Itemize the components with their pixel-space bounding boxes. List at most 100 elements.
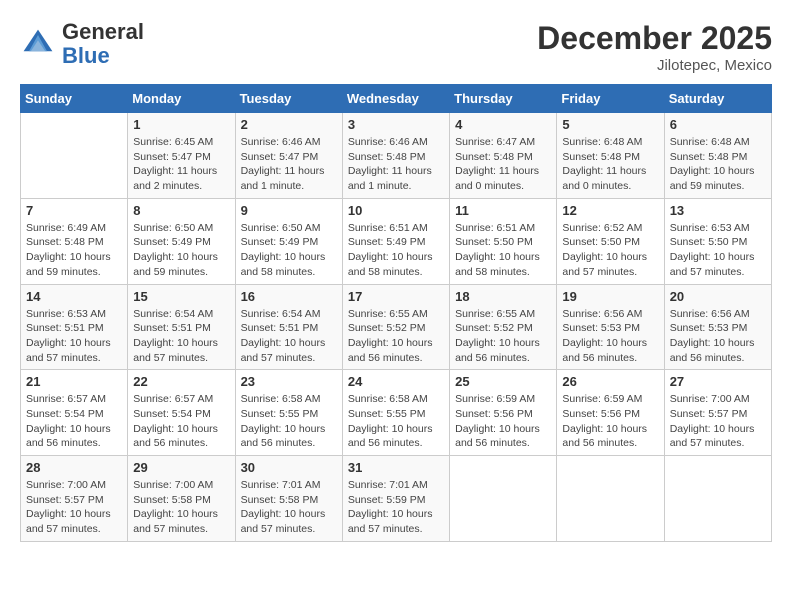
calendar-day-cell — [557, 456, 664, 542]
calendar-day-cell — [450, 456, 557, 542]
calendar-day-cell — [21, 113, 128, 199]
day-number: 20 — [670, 289, 766, 304]
day-number: 31 — [348, 460, 444, 475]
day-info: Sunrise: 6:53 AMSunset: 5:50 PMDaylight:… — [670, 221, 766, 280]
weekday-header-cell: Tuesday — [235, 85, 342, 113]
calendar-day-cell — [664, 456, 771, 542]
calendar-day-cell: 2Sunrise: 6:46 AMSunset: 5:47 PMDaylight… — [235, 113, 342, 199]
day-number: 3 — [348, 117, 444, 132]
day-info: Sunrise: 6:58 AMSunset: 5:55 PMDaylight:… — [241, 392, 337, 451]
calendar-day-cell: 16Sunrise: 6:54 AMSunset: 5:51 PMDayligh… — [235, 284, 342, 370]
day-info: Sunrise: 6:50 AMSunset: 5:49 PMDaylight:… — [241, 221, 337, 280]
day-info: Sunrise: 6:51 AMSunset: 5:50 PMDaylight:… — [455, 221, 551, 280]
day-number: 18 — [455, 289, 551, 304]
day-number: 4 — [455, 117, 551, 132]
day-number: 1 — [133, 117, 229, 132]
day-number: 22 — [133, 374, 229, 389]
day-info: Sunrise: 6:53 AMSunset: 5:51 PMDaylight:… — [26, 307, 122, 366]
calendar-week-row: 21Sunrise: 6:57 AMSunset: 5:54 PMDayligh… — [21, 370, 772, 456]
day-info: Sunrise: 6:59 AMSunset: 5:56 PMDaylight:… — [562, 392, 658, 451]
calendar-day-cell: 30Sunrise: 7:01 AMSunset: 5:58 PMDayligh… — [235, 456, 342, 542]
day-info: Sunrise: 7:00 AMSunset: 5:58 PMDaylight:… — [133, 478, 229, 537]
calendar-day-cell: 27 Sunrise: 7:00 AMSunset: 5:57 PMDayligh… — [664, 370, 771, 456]
day-info: Sunrise: 6:58 AMSunset: 5:55 PMDaylight:… — [348, 392, 444, 451]
day-info: Sunrise: 6:55 AMSunset: 5:52 PMDaylight:… — [455, 307, 551, 366]
day-info: Sunrise: 6:48 AMSunset: 5:48 PMDaylight:… — [562, 135, 658, 194]
day-number: 26 — [562, 374, 658, 389]
day-number: 23 — [241, 374, 337, 389]
day-number: 11 — [455, 203, 551, 218]
weekday-header-cell: Sunday — [21, 85, 128, 113]
weekday-header-row: SundayMondayTuesdayWednesdayThursdayFrid… — [21, 85, 772, 113]
calendar-week-row: 28Sunrise: 7:00 AMSunset: 5:57 PMDayligh… — [21, 456, 772, 542]
calendar-week-row: 7 Sunrise: 6:49 AMSunset: 5:48 PMDaylight… — [21, 198, 772, 284]
calendar-day-cell: 17Sunrise: 6:55 AMSunset: 5:52 PMDayligh… — [342, 284, 449, 370]
title-block: December 2025 Jilotepec, Mexico — [537, 20, 772, 74]
day-number: 15 — [133, 289, 229, 304]
day-number: 5 — [562, 117, 658, 132]
day-number: 19 — [562, 289, 658, 304]
day-info: Sunrise: 6:46 AMSunset: 5:47 PMDaylight:… — [241, 135, 337, 194]
day-info: Sunrise: 6:57 AMSunset: 5:54 PMDaylight:… — [133, 392, 229, 451]
day-number: 13 — [670, 203, 766, 218]
day-number: 12 — [562, 203, 658, 218]
logo-icon — [20, 26, 56, 62]
day-info: Sunrise: 6:51 AMSunset: 5:49 PMDaylight:… — [348, 221, 444, 280]
day-info: Sunrise: 7:00 AMSunset: 5:57 PMDaylight:… — [670, 392, 766, 451]
calendar-day-cell: 4Sunrise: 6:47 AMSunset: 5:48 PMDaylight… — [450, 113, 557, 199]
calendar-table: SundayMondayTuesdayWednesdayThursdayFrid… — [20, 84, 772, 542]
day-number: 25 — [455, 374, 551, 389]
day-info: Sunrise: 6:56 AMSunset: 5:53 PMDaylight:… — [670, 307, 766, 366]
calendar-body: 1Sunrise: 6:45 AMSunset: 5:47 PMDaylight… — [21, 113, 772, 542]
day-number: 7 — [26, 203, 122, 218]
calendar-day-cell: 12 Sunrise: 6:52 AMSunset: 5:50 PMDayligh… — [557, 198, 664, 284]
day-info: Sunrise: 6:59 AMSunset: 5:56 PMDaylight:… — [455, 392, 551, 451]
day-number: 27 — [670, 374, 766, 389]
calendar-day-cell: 20 Sunrise: 6:56 AMSunset: 5:53 PMDayligh… — [664, 284, 771, 370]
day-number: 14 — [26, 289, 122, 304]
calendar-day-cell: 1Sunrise: 6:45 AMSunset: 5:47 PMDaylight… — [128, 113, 235, 199]
day-info: Sunrise: 6:56 AMSunset: 5:53 PMDaylight:… — [562, 307, 658, 366]
calendar-day-cell: 8 Sunrise: 6:50 AMSunset: 5:49 PMDaylight… — [128, 198, 235, 284]
calendar-day-cell: 28Sunrise: 7:00 AMSunset: 5:57 PMDayligh… — [21, 456, 128, 542]
calendar-day-cell: 6 Sunrise: 6:48 AMSunset: 5:48 PMDaylight… — [664, 113, 771, 199]
month-year: December 2025 — [537, 20, 772, 57]
weekday-header-cell: Wednesday — [342, 85, 449, 113]
calendar-day-cell: 29 Sunrise: 7:00 AMSunset: 5:58 PMDayligh… — [128, 456, 235, 542]
calendar-day-cell: 9 Sunrise: 6:50 AMSunset: 5:49 PMDaylight… — [235, 198, 342, 284]
day-info: Sunrise: 6:54 AMSunset: 5:51 PMDaylight:… — [241, 307, 337, 366]
weekday-header-cell: Friday — [557, 85, 664, 113]
day-info: Sunrise: 6:48 AMSunset: 5:48 PMDaylight:… — [670, 135, 766, 194]
calendar-day-cell: 18 Sunrise: 6:55 AMSunset: 5:52 PMDayligh… — [450, 284, 557, 370]
day-info: Sunrise: 6:57 AMSunset: 5:54 PMDaylight:… — [26, 392, 122, 451]
calendar-day-cell: 26 Sunrise: 6:59 AMSunset: 5:56 PMDayligh… — [557, 370, 664, 456]
calendar-day-cell: 15 Sunrise: 6:54 AMSunset: 5:51 PMDayligh… — [128, 284, 235, 370]
logo: General Blue — [20, 20, 144, 68]
weekday-header-cell: Thursday — [450, 85, 557, 113]
day-info: Sunrise: 6:50 AMSunset: 5:49 PMDaylight:… — [133, 221, 229, 280]
day-number: 29 — [133, 460, 229, 475]
calendar-day-cell: 23 Sunrise: 6:58 AMSunset: 5:55 PMDayligh… — [235, 370, 342, 456]
logo-text: General Blue — [62, 20, 144, 68]
page-header: General Blue December 2025 Jilotepec, Me… — [20, 20, 772, 74]
day-info: Sunrise: 7:01 AMSunset: 5:58 PMDaylight:… — [241, 478, 337, 537]
calendar-day-cell: 24 Sunrise: 6:58 AMSunset: 5:55 PMDayligh… — [342, 370, 449, 456]
day-info: Sunrise: 6:49 AMSunset: 5:48 PMDaylight:… — [26, 221, 122, 280]
day-number: 9 — [241, 203, 337, 218]
day-info: Sunrise: 6:52 AMSunset: 5:50 PMDaylight:… — [562, 221, 658, 280]
calendar-day-cell: 21Sunrise: 6:57 AMSunset: 5:54 PMDayligh… — [21, 370, 128, 456]
weekday-header-cell: Monday — [128, 85, 235, 113]
calendar-day-cell: 31 Sunrise: 7:01 AMSunset: 5:59 PMDayligh… — [342, 456, 449, 542]
day-number: 6 — [670, 117, 766, 132]
day-number: 24 — [348, 374, 444, 389]
day-info: Sunrise: 7:01 AMSunset: 5:59 PMDaylight:… — [348, 478, 444, 537]
calendar-day-cell: 5 Sunrise: 6:48 AMSunset: 5:48 PMDaylight… — [557, 113, 664, 199]
weekday-header-cell: Saturday — [664, 85, 771, 113]
location: Jilotepec, Mexico — [537, 57, 772, 74]
calendar-week-row: 1Sunrise: 6:45 AMSunset: 5:47 PMDaylight… — [21, 113, 772, 199]
day-info: Sunrise: 6:54 AMSunset: 5:51 PMDaylight:… — [133, 307, 229, 366]
day-number: 17 — [348, 289, 444, 304]
day-info: Sunrise: 7:00 AMSunset: 5:57 PMDaylight:… — [26, 478, 122, 537]
calendar-day-cell: 10Sunrise: 6:51 AMSunset: 5:49 PMDayligh… — [342, 198, 449, 284]
day-number: 8 — [133, 203, 229, 218]
